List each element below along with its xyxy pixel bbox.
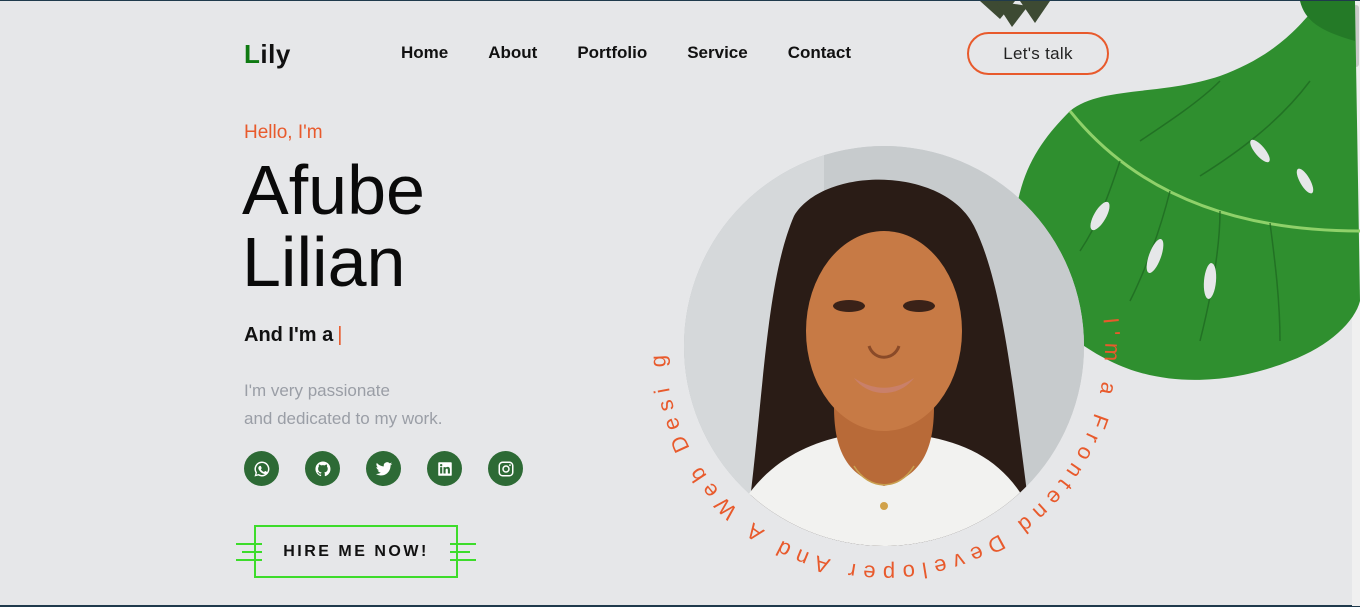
instagram-icon	[498, 461, 513, 476]
main-nav: Home About Portfolio Service Contact	[401, 43, 851, 63]
desc-line1: I'm very passionate	[244, 381, 390, 400]
linkedin-icon	[437, 461, 452, 476]
twitter-link[interactable]	[366, 451, 401, 486]
hero-name-line1: Afube	[242, 151, 425, 229]
twitter-icon	[375, 461, 392, 475]
hero-greeting: Hello, I'm	[244, 122, 323, 143]
hire-me-button[interactable]: HIRE ME NOW!	[254, 525, 458, 578]
logo[interactable]: Lily	[244, 39, 291, 70]
hire-me-wrapper: HIRE ME NOW!	[236, 525, 476, 579]
profile-photo	[684, 146, 1084, 546]
hero-description: I'm very passionate and dedicated to my …	[244, 377, 442, 433]
nav-portfolio[interactable]: Portfolio	[577, 43, 647, 63]
lets-talk-button[interactable]: Let's talk	[967, 32, 1109, 75]
logo-first-letter: L	[244, 39, 261, 69]
typing-cursor: |	[337, 324, 343, 346]
nav-contact[interactable]: Contact	[788, 43, 851, 63]
nav-service[interactable]: Service	[687, 43, 748, 63]
social-links	[244, 451, 523, 486]
hero-role: And I'm a |	[244, 324, 342, 347]
linkedin-link[interactable]	[427, 451, 462, 486]
logo-rest: ily	[260, 39, 291, 69]
github-link[interactable]	[305, 451, 340, 486]
whatsapp-link[interactable]	[244, 451, 279, 486]
role-prefix: And I'm a	[244, 324, 334, 346]
nav-home[interactable]: Home	[401, 43, 448, 63]
instagram-link[interactable]	[488, 451, 523, 486]
whatsapp-icon	[254, 461, 269, 476]
github-icon	[314, 460, 330, 476]
desc-line2: and dedicated to my work.	[244, 409, 443, 428]
hero-name: Afube Lilian	[242, 154, 425, 298]
hero-name-line2: Lilian	[242, 223, 406, 301]
nav-about[interactable]: About	[488, 43, 537, 63]
